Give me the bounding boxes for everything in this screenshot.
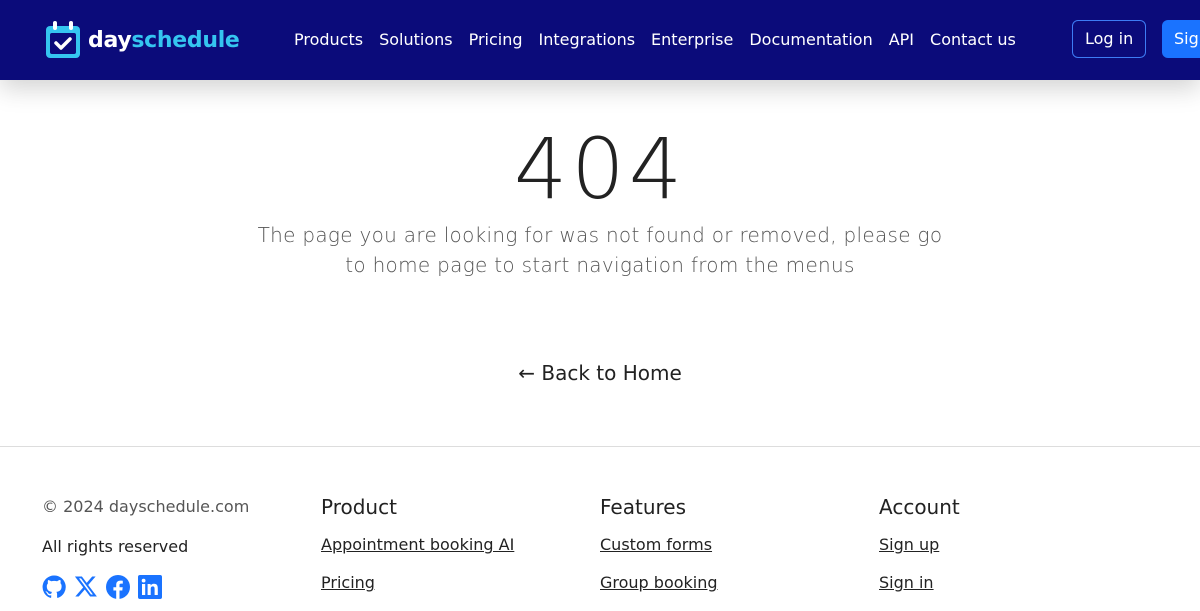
footer-col-title: Product	[321, 495, 397, 519]
nav-contact[interactable]: Contact us	[930, 30, 1016, 49]
x-icon[interactable]	[74, 575, 98, 599]
top-navbar: dayschedule Products Solutions Pricing I…	[0, 0, 1200, 80]
back-home: ← Back to Home	[0, 361, 1200, 385]
footer-link[interactable]: Custom forms	[600, 535, 718, 554]
footer-col-title: Account	[879, 495, 960, 519]
nav-solutions[interactable]: Solutions	[379, 30, 453, 49]
footer-col-product: Product Appointment booking AI Pricing	[321, 495, 514, 611]
calendar-check-icon	[46, 21, 80, 58]
footer-link[interactable]: Sign up	[879, 535, 960, 554]
rights: All rights reserved	[42, 537, 189, 556]
copyright: © 2024 dayschedule.com	[42, 497, 250, 516]
footer-col-account: Account Sign up Sign in	[879, 495, 960, 611]
nav-documentation[interactable]: Documentation	[749, 30, 872, 49]
footer-link[interactable]: Sign in	[879, 573, 960, 592]
signup-button[interactable]: Sign up	[1162, 20, 1200, 58]
error-message: The page you are looking for was not fou…	[257, 223, 943, 277]
github-icon[interactable]	[42, 575, 66, 599]
footer-link[interactable]: Appointment booking AI	[321, 535, 514, 554]
nav-products[interactable]: Products	[294, 30, 363, 49]
facebook-icon[interactable]	[106, 575, 130, 599]
nav-enterprise[interactable]: Enterprise	[651, 30, 733, 49]
footer-col-title: Features	[600, 495, 686, 519]
footer-link[interactable]: Group booking	[600, 573, 718, 592]
nav-integrations[interactable]: Integrations	[539, 30, 636, 49]
logo[interactable]: dayschedule	[44, 20, 240, 60]
main-menu: Products Solutions Pricing Integrations …	[294, 30, 1016, 49]
footer-link[interactable]: Pricing	[321, 573, 514, 592]
footer-col-features: Features Custom forms Group booking	[600, 495, 718, 611]
nav-api[interactable]: API	[889, 30, 914, 49]
divider	[0, 446, 1200, 447]
social-links	[42, 575, 162, 599]
back-home-link[interactable]: ← Back to Home	[518, 361, 682, 385]
nav-pricing[interactable]: Pricing	[469, 30, 523, 49]
error-code: 404	[513, 120, 687, 218]
logo-text: dayschedule	[88, 27, 240, 53]
linkedin-icon[interactable]	[138, 575, 162, 599]
login-button[interactable]: Log in	[1072, 20, 1147, 58]
